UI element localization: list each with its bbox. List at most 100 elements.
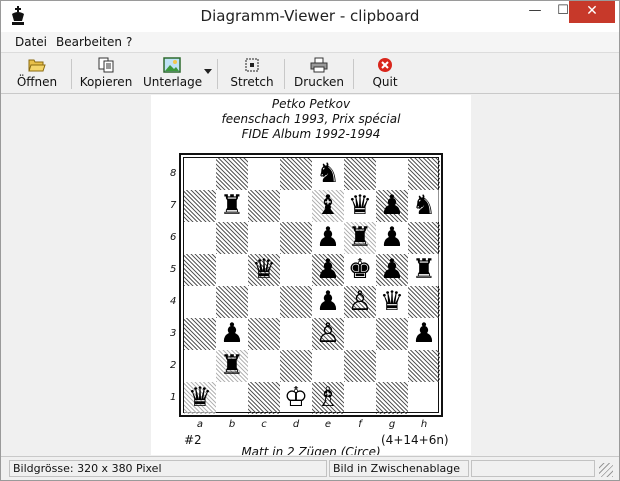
status-bar: Bildgrösse: 320 x 380 Pixel Bild in Zwis…: [1, 456, 619, 480]
file-label: h: [420, 419, 428, 430]
chess-piece-a1: ♛: [184, 382, 216, 414]
open-button[interactable]: Öffnen: [13, 55, 61, 93]
board-square: [216, 222, 248, 254]
print-button[interactable]: Drucken: [293, 55, 345, 93]
board-square: [280, 222, 312, 254]
board-square: [248, 286, 280, 318]
board-square: [312, 350, 344, 382]
board-square: [248, 350, 280, 382]
board-square: [280, 190, 312, 222]
board-square: [376, 350, 408, 382]
background-button[interactable]: Unterlage: [143, 55, 203, 93]
chess-piece-h3: ♟: [411, 318, 437, 349]
diagram-sheet: Petko Petkov feenschach 1993, Prix spéci…: [151, 95, 471, 455]
board-square: [184, 350, 216, 382]
printer-icon: [310, 57, 328, 73]
chess-piece-g4: ♛: [379, 286, 405, 317]
board-square: [344, 382, 376, 414]
rank-label: 3: [170, 328, 177, 339]
menu-bearbeiten[interactable]: Bearbeiten: [56, 35, 122, 49]
chess-piece-c5: ♛: [251, 254, 277, 285]
status-image-size: Bildgrösse: 320 x 380 Pixel: [9, 460, 327, 477]
board-square: [280, 318, 312, 350]
stretch-button[interactable]: Stretch: [227, 55, 277, 93]
chess-piece-h5: ♜: [408, 254, 440, 286]
chess-piece-e7: ♝: [312, 190, 344, 222]
toolbar: Öffnen Kopieren Unterlage Stretch Drucke…: [1, 52, 619, 94]
board-square: [280, 254, 312, 286]
chess-piece-e1: ♗: [315, 382, 341, 413]
picture-icon: [163, 57, 181, 73]
viewer-area[interactable]: Petko Petkov feenschach 1993, Prix spéci…: [1, 95, 619, 455]
rank-label: 1: [170, 392, 177, 403]
file-label: d: [292, 419, 300, 430]
board-square: [248, 222, 280, 254]
board-square: [408, 286, 440, 318]
board-square: [376, 318, 408, 350]
menu-help[interactable]: ?: [126, 35, 132, 49]
board-square: [344, 350, 376, 382]
chess-piece-g7: ♟: [379, 190, 405, 221]
board-square: [184, 158, 216, 190]
board-square: [184, 190, 216, 222]
quit-button[interactable]: Quit: [365, 55, 405, 93]
menu-datei[interactable]: Datei: [15, 35, 47, 49]
toolbar-separator: [217, 59, 218, 89]
rank-label: 5: [170, 264, 177, 275]
board-square: [408, 158, 440, 190]
title-bar[interactable]: Diagramm-Viewer - clipboard — ☐ ✕: [1, 1, 619, 32]
board-square: [280, 158, 312, 190]
status-clipboard: Bild in Zwischenablage: [329, 460, 469, 477]
stipulation: Matt in 2 Zügen (Circe): [241, 445, 381, 455]
print-label: Drucken: [294, 75, 344, 89]
toolbar-separator: [353, 59, 354, 89]
chess-piece-e5: ♟: [315, 254, 341, 285]
board-square: [280, 286, 312, 318]
chess-piece-e8: ♞: [315, 158, 341, 189]
board-square: [248, 158, 280, 190]
background-dropdown-arrow-icon[interactable]: [204, 69, 212, 74]
file-label: a: [196, 419, 204, 430]
board-square: [408, 350, 440, 382]
quit-label: Quit: [372, 75, 398, 89]
chess-piece-h7: ♞: [408, 190, 440, 222]
app-window: Diagramm-Viewer - clipboard — ☐ ✕ Datei …: [0, 0, 620, 481]
board-square: [248, 382, 280, 414]
background-label: Unterlage: [143, 75, 203, 89]
toolbar-separator: [71, 59, 72, 89]
problem-author: Petko Petkov: [271, 97, 351, 111]
rank-label: 8: [170, 168, 177, 179]
close-button[interactable]: ✕: [569, 1, 615, 23]
file-label: f: [358, 419, 362, 430]
menu-bar: Datei Bearbeiten ?: [1, 32, 619, 52]
chess-piece-e3: ♙: [315, 318, 341, 349]
minimize-button[interactable]: —: [521, 1, 549, 23]
chess-board: ♞ ♜ ♝ ♛ ♟ ♞ ♟ ♜ ♟ ♛ ♟ ♚ ♟ ♜ ♟ ♙ ♛ ♟ ♙ ♟ ♜ ♛ ♔ ♗: [179, 153, 443, 417]
board-square: [248, 318, 280, 350]
open-folder-icon: [28, 59, 46, 72]
board-square: [216, 382, 248, 414]
stretch-label: Stretch: [230, 75, 274, 89]
chess-piece-b2: ♜: [216, 350, 248, 382]
board-square: [344, 318, 376, 350]
rank-label: 4: [170, 296, 177, 307]
status-empty: [471, 460, 595, 477]
file-label: c: [261, 419, 267, 430]
board-square: [376, 158, 408, 190]
board-square: [248, 190, 280, 222]
chess-piece-g5: ♟: [379, 254, 405, 285]
rank-label: 2: [170, 360, 177, 371]
board-square: [184, 222, 216, 254]
copy-button[interactable]: Kopieren: [79, 55, 133, 93]
resize-grip-icon[interactable]: [599, 463, 613, 477]
chess-piece-d1: ♔: [283, 382, 309, 413]
file-label: e: [324, 419, 332, 430]
stretch-icon: [245, 58, 259, 72]
chess-piece-e6: ♟: [315, 222, 341, 253]
chess-piece-f5: ♚: [347, 254, 373, 285]
file-label: g: [388, 419, 396, 430]
board-square: [344, 158, 376, 190]
file-label: b: [228, 419, 236, 430]
chess-piece-f6: ♜: [344, 222, 376, 254]
board-square: [216, 254, 248, 286]
